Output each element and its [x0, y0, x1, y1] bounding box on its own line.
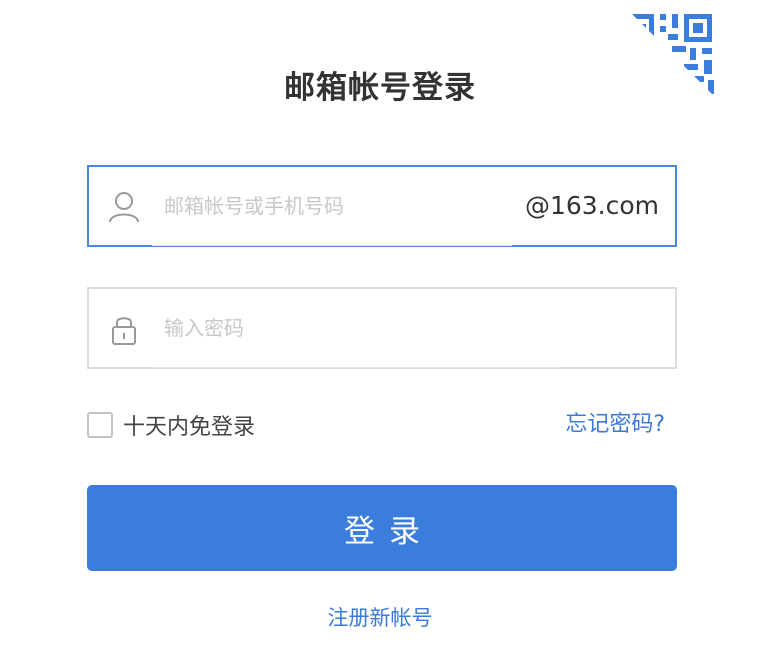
- register-link[interactable]: 注册新帐号: [0, 603, 760, 633]
- login-page: 邮箱帐号登录 @163.com 十天内免登录 忘记密码? 登录 注册新帐号: [0, 0, 760, 650]
- login-button[interactable]: 登录: [87, 485, 677, 571]
- password-field[interactable]: [87, 287, 677, 369]
- password-underline: [152, 367, 560, 368]
- email-domain-suffix: @163.com: [524, 191, 659, 220]
- page-title: 邮箱帐号登录: [284, 70, 476, 106]
- user-icon: [109, 192, 139, 223]
- remember-me-toggle[interactable]: 十天内免登录: [87, 408, 255, 442]
- remember-label: 十天内免登录: [123, 415, 256, 440]
- forgot-password-link[interactable]: 忘记密码?: [565, 408, 665, 442]
- lock-icon: [112, 317, 136, 345]
- account-underline: [152, 245, 512, 246]
- account-input[interactable]: [152, 167, 507, 245]
- remember-checkbox[interactable]: [87, 412, 113, 438]
- account-field[interactable]: @163.com: [87, 165, 677, 247]
- password-input[interactable]: [152, 289, 507, 367]
